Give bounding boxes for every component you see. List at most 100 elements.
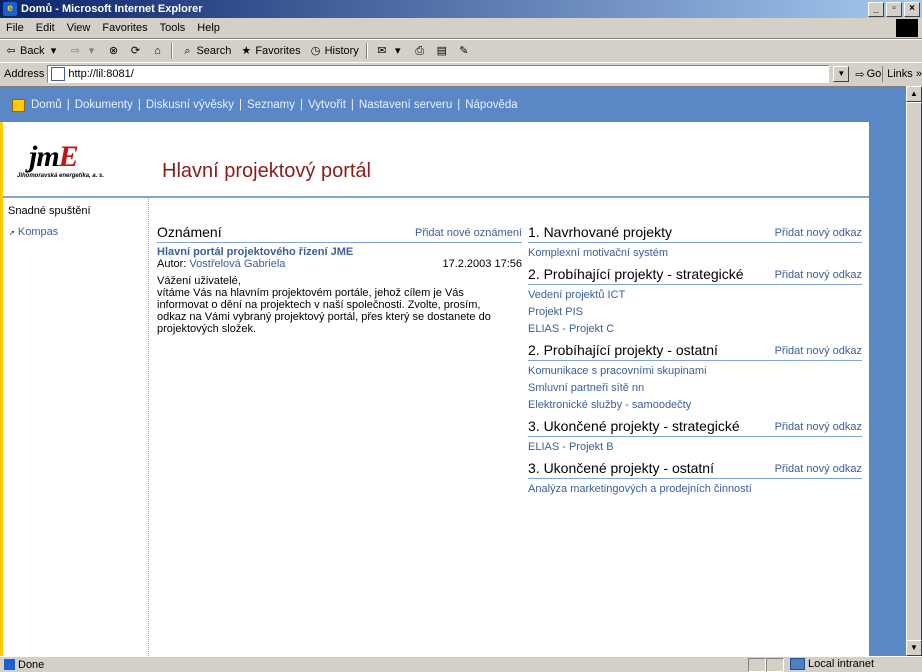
- links-button[interactable]: Links »: [882, 66, 922, 82]
- nav-dokumenty[interactable]: Dokumenty: [75, 99, 133, 111]
- forward-arrow-icon: ⇨: [70, 45, 81, 57]
- home-icon: ⌂: [154, 45, 161, 57]
- address-input[interactable]: http://lil:8081/: [47, 65, 830, 83]
- list-item[interactable]: Analýza marketingových a prodejních činn…: [528, 482, 862, 496]
- nav-separator: |: [457, 99, 461, 111]
- top-navigation: Domů | Dokumenty | Diskusní vývěsky | Se…: [0, 88, 869, 122]
- refresh-button[interactable]: ⟳: [124, 44, 146, 58]
- nav-diskusni-vyvesky[interactable]: Diskusní vývěsky: [146, 99, 234, 111]
- project-section: 3. Ukončené projekty - ostatní Přidat no…: [528, 460, 862, 496]
- search-icon: ⌕: [184, 45, 191, 57]
- nav-separator: |: [299, 99, 303, 111]
- mail-button[interactable]: ✉ ▾: [371, 44, 409, 58]
- list-item[interactable]: Smluvní partneři sítě nn: [528, 381, 862, 395]
- page-viewport: Domů | Dokumenty | Diskusní vývěsky | Se…: [0, 86, 906, 658]
- address-dropdown-button[interactable]: ▼: [833, 66, 850, 82]
- menu-help[interactable]: Help: [191, 22, 226, 34]
- add-link-button[interactable]: Přidat nový odkaz: [775, 227, 862, 239]
- list-item[interactable]: Komunikace s pracovními skupinami: [528, 364, 862, 378]
- stop-icon: ⊗: [108, 45, 119, 57]
- nav-seznamy[interactable]: Seznamy: [247, 99, 295, 111]
- author-link[interactable]: Vostřelová Gabriela: [189, 258, 285, 270]
- portal-icon: [12, 98, 25, 112]
- sidebar-item-kompas[interactable]: ➚ Kompas: [9, 226, 58, 238]
- nav-nastaveni-serveru[interactable]: Nastavení serveru: [359, 99, 452, 111]
- page-header: jmE Jihomoravská energetika, a. s. Hlavn…: [3, 122, 869, 198]
- add-announcement-link[interactable]: Přidat nové oznámení: [415, 227, 522, 239]
- list-item[interactable]: ELIAS - Projekt B: [528, 440, 862, 454]
- scroll-down-button[interactable]: ▼: [906, 640, 922, 656]
- print-button[interactable]: ⎙: [409, 44, 431, 58]
- announcement-body: Vážení uživatelé, vítáme Vás na hlavním …: [157, 275, 491, 335]
- scrollbar-thumb[interactable]: [906, 102, 922, 642]
- ie-icon: e: [3, 2, 17, 16]
- nav-separator: |: [137, 99, 141, 111]
- menu-tools[interactable]: Tools: [154, 22, 192, 34]
- toolbar-separator: [365, 43, 368, 59]
- menu-view[interactable]: View: [61, 22, 97, 34]
- forward-button[interactable]: ⇨ ▾: [64, 44, 102, 58]
- section-title: 2. Probíhající projekty - ostatní: [528, 342, 718, 358]
- favorites-button[interactable]: ★ Favorites: [235, 44, 304, 58]
- list-item[interactable]: Elektronické služby - samoodečty: [528, 398, 862, 412]
- list-item[interactable]: ELIAS - Projekt C: [528, 322, 862, 336]
- toolbar-separator: [171, 43, 174, 59]
- address-url: http://lil:8081/: [68, 68, 134, 80]
- section-title: 3. Ukončené projekty - ostatní: [528, 460, 714, 476]
- nav-domu[interactable]: Domů: [31, 99, 62, 111]
- list-item[interactable]: Komplexní motivační systém: [528, 246, 862, 260]
- go-label: Go: [866, 68, 882, 80]
- list-item[interactable]: Vedení projektů ICT: [528, 288, 862, 302]
- mail-icon: ✉: [377, 45, 387, 57]
- chevron-down-icon: ▾: [50, 45, 57, 57]
- window-title: Domů - Microsoft Internet Explorer: [21, 3, 203, 15]
- go-button[interactable]: ⇨ Go: [855, 68, 881, 81]
- author-label: Autor:: [157, 258, 187, 270]
- page-title: Hlavní projektový portál: [162, 160, 371, 182]
- minimize-button[interactable]: _: [868, 2, 884, 17]
- go-arrow-icon: ⇨: [855, 68, 865, 81]
- nav-separator: |: [239, 99, 243, 111]
- menu-edit[interactable]: Edit: [30, 22, 61, 34]
- status-cell: [748, 658, 766, 672]
- print-icon: ⎙: [415, 45, 425, 57]
- refresh-icon: ⟳: [130, 45, 141, 57]
- history-button[interactable]: ◷ History: [305, 44, 363, 58]
- right-gutter: [869, 88, 906, 658]
- status-cell: [766, 658, 784, 672]
- window-titlebar: e Domů - Microsoft Internet Explorer _ ▫…: [0, 0, 922, 18]
- menu-file[interactable]: File: [0, 22, 30, 34]
- quick-launch-sidebar: Snadné spuštění ➚ Kompas: [3, 196, 149, 658]
- add-link-button[interactable]: Přidat nový odkaz: [775, 421, 862, 433]
- close-button[interactable]: ×: [904, 2, 920, 17]
- home-button[interactable]: ⌂: [146, 44, 168, 58]
- security-zone: Local intranet: [790, 658, 874, 670]
- page-done-icon: [4, 659, 15, 670]
- nav-napoveda[interactable]: Nápověda: [465, 99, 517, 111]
- links-label: Links: [887, 68, 913, 80]
- intranet-icon: [790, 658, 805, 670]
- discuss-button[interactable]: ✎: [453, 44, 475, 58]
- address-label: Address: [4, 68, 45, 80]
- add-link-button[interactable]: Přidat nový odkaz: [775, 269, 862, 281]
- page-icon: [51, 67, 66, 81]
- section-title: 2. Probíhající projekty - strategické: [528, 266, 744, 282]
- list-item[interactable]: Projekt PIS: [528, 305, 862, 319]
- menu-favorites[interactable]: Favorites: [96, 22, 153, 34]
- projects-links-column: 1. Navrhované projekty Přidat nový odkaz…: [528, 224, 862, 502]
- stop-button[interactable]: ⊗: [102, 44, 124, 58]
- announcements-webpart: Oznámení Přidat nové oznámení Hlavní por…: [157, 224, 522, 335]
- add-link-button[interactable]: Přidat nový odkaz: [775, 463, 862, 475]
- nav-vytvorit[interactable]: Vytvořit: [308, 99, 346, 111]
- nav-separator: |: [350, 99, 354, 111]
- sidebar-item-label: Kompas: [17, 226, 59, 238]
- edit-button[interactable]: ▤: [431, 44, 453, 58]
- search-button[interactable]: ⌕ Search: [176, 44, 235, 58]
- add-link-button[interactable]: Přidat nový odkaz: [775, 345, 862, 357]
- back-button[interactable]: ⇦ Back ▾: [0, 44, 64, 58]
- maximize-button[interactable]: ▫: [886, 2, 902, 17]
- vertical-scrollbar[interactable]: ▲ ▼: [906, 86, 922, 656]
- chevron-down-icon: ▾: [88, 45, 95, 57]
- scroll-up-button[interactable]: ▲: [906, 86, 922, 102]
- announcement-title-link[interactable]: Hlavní portál projektového řízení JME: [157, 246, 522, 258]
